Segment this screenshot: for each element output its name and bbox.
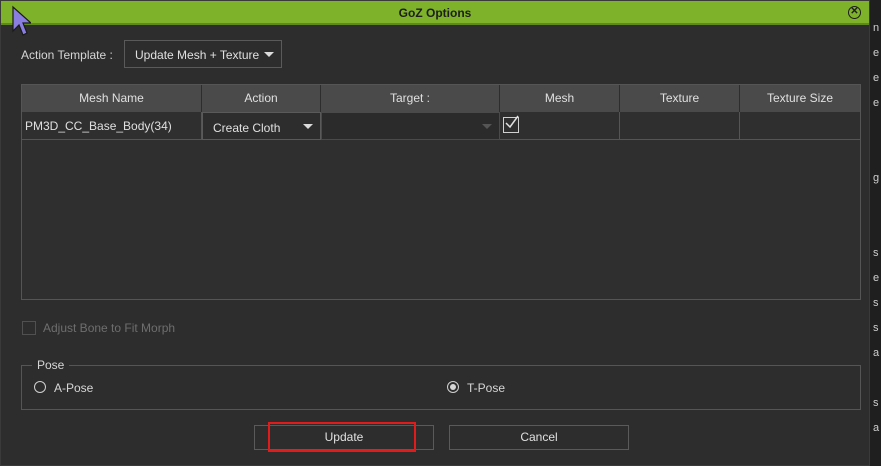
cancel-button[interactable]: Cancel <box>449 425 629 450</box>
background-text: e <box>873 272 880 284</box>
mesh-table: Mesh Name Action Target : Mesh Texture T… <box>21 84 861 300</box>
a-pose-label[interactable]: A-Pose <box>54 381 93 395</box>
close-icon[interactable]: ✕ <box>848 6 861 19</box>
background-text: s <box>873 247 879 259</box>
mesh-cell <box>500 112 620 140</box>
background-text: a <box>873 422 880 434</box>
background-app-strip: n e e e g s e s s a s a <box>870 0 881 466</box>
background-text: s <box>873 397 879 409</box>
action-template-label: Action Template : <box>21 48 113 62</box>
action-value: Create Cloth <box>213 121 281 135</box>
update-button[interactable]: Update <box>254 425 434 450</box>
t-pose-label[interactable]: T-Pose <box>467 381 505 395</box>
column-header-mesh-name[interactable]: Mesh Name <box>22 85 202 112</box>
pose-group <box>21 365 861 410</box>
background-text: e <box>873 47 880 59</box>
goz-options-dialog: GoZ Options ✕ Action Template : Update M… <box>0 0 870 466</box>
background-text: e <box>873 72 880 84</box>
pose-group-title: Pose <box>32 358 70 372</box>
column-header-action[interactable]: Action <box>202 85 321 112</box>
target-dropdown[interactable] <box>321 112 500 140</box>
mouse-pointer-icon <box>12 5 31 36</box>
a-pose-radio[interactable] <box>34 381 46 393</box>
background-text: g <box>873 172 880 184</box>
chevron-down-icon <box>482 124 492 129</box>
background-text: e <box>873 97 880 109</box>
background-text: s <box>873 297 879 309</box>
action-template-value: Update Mesh + Texture <box>135 48 260 62</box>
background-text: n <box>873 22 880 34</box>
column-header-texture-size[interactable]: Texture Size <box>740 85 860 112</box>
radio-selected-dot <box>450 384 456 390</box>
chevron-down-icon <box>303 124 313 129</box>
adjust-bone-label: Adjust Bone to Fit Morph <box>43 321 176 335</box>
mesh-name-cell: PM3D_CC_Base_Body(34) <box>22 112 202 140</box>
chevron-down-icon <box>264 52 274 57</box>
action-dropdown[interactable]: Create Cloth <box>202 112 321 140</box>
t-pose-radio[interactable] <box>447 381 459 393</box>
column-header-target[interactable]: Target : <box>321 85 500 112</box>
background-text: a <box>873 347 880 359</box>
mesh-checkbox[interactable] <box>503 115 519 133</box>
column-header-texture[interactable]: Texture <box>620 85 740 112</box>
texture-cell[interactable] <box>620 112 740 140</box>
adjust-bone-checkbox[interactable] <box>22 321 36 335</box>
title-bar[interactable]: GoZ Options ✕ <box>1 1 869 25</box>
column-header-mesh[interactable]: Mesh <box>500 85 620 112</box>
checkmark-icon <box>505 115 519 129</box>
background-text: s <box>873 322 879 334</box>
action-template-dropdown[interactable]: Update Mesh + Texture <box>124 40 282 68</box>
texture-size-cell[interactable] <box>740 112 860 140</box>
table-row[interactable]: PM3D_CC_Base_Body(34) Create Cloth <box>22 112 860 140</box>
window-title: GoZ Options <box>398 6 472 20</box>
